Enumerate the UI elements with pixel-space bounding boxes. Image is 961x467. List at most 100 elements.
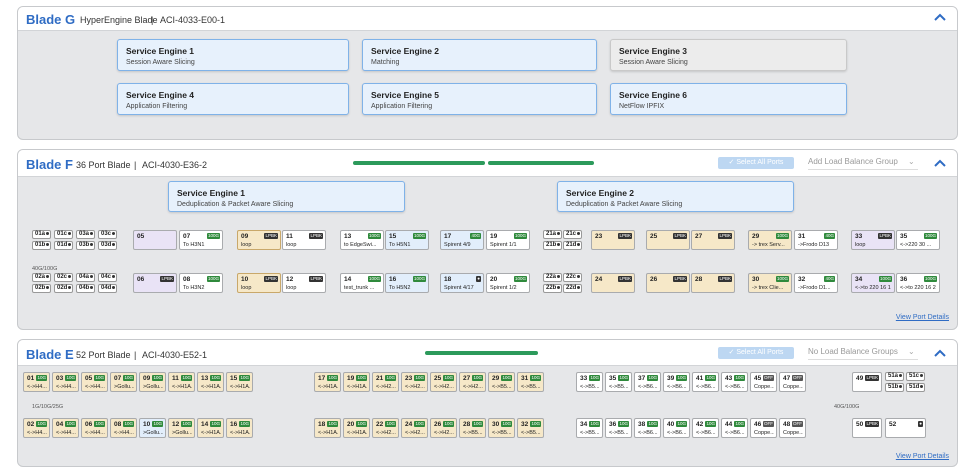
subport-03c[interactable]: 03c — [98, 230, 117, 239]
collapse-chevron-icon[interactable] — [933, 158, 949, 172]
service-engine-3[interactable]: Service Engine 3 Session Aware Slicing — [610, 39, 847, 71]
port-49[interactable]: 49 LPBK — [852, 372, 882, 392]
port-25[interactable]: 25 10G <->H2... — [430, 372, 457, 392]
view-port-details-link[interactable]: View Port Details — [896, 314, 949, 321]
port-47[interactable]: 47 OFF Coppe... — [779, 372, 806, 392]
port-36[interactable]: 36 10G <->B5... — [605, 418, 632, 438]
subport-01c[interactable]: 01c — [54, 230, 73, 239]
port-05[interactable]: 05 — [133, 230, 177, 250]
subport-21b[interactable]: 21b — [543, 241, 562, 250]
service-engine-4[interactable]: Service Engine 4 Application Filtering — [117, 83, 349, 115]
subport-22c[interactable]: 22c — [563, 273, 582, 282]
port-18[interactable]: 18 ● Spirent 4/17 — [440, 273, 484, 293]
port-10[interactable]: 10 LPBK loop — [237, 273, 281, 293]
subport-02b[interactable]: 02b — [32, 284, 51, 293]
collapse-chevron-icon[interactable] — [933, 348, 949, 362]
port-52[interactable]: 52 ● — [885, 418, 926, 438]
port-17[interactable]: 1710G <->H1A... — [314, 372, 341, 392]
port-43[interactable]: 43 10G <->B6... — [721, 372, 748, 392]
port-35[interactable]: 35 100G <->220 30 ... — [896, 230, 940, 250]
load-balance-dropdown[interactable]: No Load Balance Groups — [808, 347, 918, 360]
port-32[interactable]: 32 10G <->B5... — [517, 418, 544, 438]
port-12[interactable]: 12 10G >Gollu... — [168, 418, 195, 438]
service-engine-1[interactable]: Service Engine 1 Deduplication & Packet A… — [168, 181, 405, 212]
subport-03b[interactable]: 03b — [76, 241, 95, 250]
port-11[interactable]: 1110G <->H1A... — [168, 372, 195, 392]
subport-21a[interactable]: 21a — [543, 230, 562, 239]
port-26[interactable]: 26 10G <->H2... — [430, 418, 457, 438]
subport-22d[interactable]: 22d — [563, 284, 582, 293]
port-24[interactable]: 24 LPBK — [591, 273, 635, 293]
port-16[interactable]: 16 100G To H5N2 — [385, 273, 429, 293]
port-02[interactable]: 02 10G <->H4... — [23, 418, 50, 438]
select-all-ports-button[interactable]: ✓ Select All Ports — [718, 347, 794, 359]
port-22[interactable]: 22 10G <->H2... — [372, 418, 399, 438]
port-16[interactable]: 1610G <->H1A... — [226, 418, 253, 438]
port-31[interactable]: 31 40G ->Frodo D13 — [794, 230, 838, 250]
port-41[interactable]: 41 10G <->B6... — [692, 372, 719, 392]
port-14[interactable]: 14 100G test_trunk ... — [340, 273, 384, 293]
port-01[interactable]: 01 10G <->H4... — [23, 372, 50, 392]
port-42[interactable]: 42 10G <->B6... — [692, 418, 719, 438]
port-04[interactable]: 04 10G <->H4... — [52, 418, 79, 438]
subport-04c[interactable]: 04c — [98, 273, 117, 282]
port-32[interactable]: 32 40G ->Frodo D1... — [794, 273, 838, 293]
view-port-details-link[interactable]: View Port Details — [896, 453, 949, 460]
port-30[interactable]: 30 100G -> trex Clie... — [748, 273, 792, 293]
port-48[interactable]: 48 OFF Coppe... — [779, 418, 806, 438]
port-23[interactable]: 23 LPBK — [591, 230, 635, 250]
port-45[interactable]: 45 OFF Coppe... — [750, 372, 777, 392]
service-engine-1[interactable]: Service Engine 1 Session Aware Slicing — [117, 39, 349, 71]
subport-04a[interactable]: 04a — [76, 273, 95, 282]
subport-51c[interactable]: 51c — [906, 372, 925, 381]
subport-01d[interactable]: 01d — [54, 241, 73, 250]
port-05[interactable]: 05 10G <->H4... — [81, 372, 108, 392]
subport-02a[interactable]: 02a — [32, 273, 51, 282]
port-14[interactable]: 1410G <->H1A... — [197, 418, 224, 438]
port-25[interactable]: 25 LPBK — [646, 230, 690, 250]
service-engine-6[interactable]: Service Engine 6 NetFlow IPFIX — [610, 83, 847, 115]
port-40[interactable]: 40 10G <->B6... — [663, 418, 690, 438]
port-07[interactable]: 07 100G To H3N1 — [179, 230, 223, 250]
port-13[interactable]: 13 100G to EdgeSwi... — [340, 230, 384, 250]
port-23[interactable]: 23 10G <->H2... — [401, 372, 428, 392]
port-46[interactable]: 46 OFF Coppe... — [750, 418, 777, 438]
port-34[interactable]: 34 10G <->B5... — [576, 418, 603, 438]
port-15[interactable]: 1510G <->H1A... — [226, 372, 253, 392]
port-50[interactable]: 50 LPBK — [852, 418, 882, 438]
subport-21d[interactable]: 21d — [563, 241, 582, 250]
collapse-chevron-icon[interactable] — [933, 12, 949, 26]
port-21[interactable]: 21 10G <->H2... — [372, 372, 399, 392]
subport-04b[interactable]: 04b — [76, 284, 95, 293]
port-09[interactable]: 09 LPBK loop — [237, 230, 281, 250]
service-engine-2[interactable]: Service Engine 2 Matching — [362, 39, 597, 71]
port-28[interactable]: 28 LPBK — [691, 273, 735, 293]
subport-01b[interactable]: 01b — [32, 241, 51, 250]
service-engine-2[interactable]: Service Engine 2 Deduplication & Packet A… — [557, 181, 794, 212]
port-27[interactable]: 27 LPBK — [691, 230, 735, 250]
subport-01a[interactable]: 01a — [32, 230, 51, 239]
port-20[interactable]: 20 100G Spirent 1/2 — [486, 273, 530, 293]
port-03[interactable]: 03 10G <->H4... — [52, 372, 79, 392]
load-balance-dropdown[interactable]: Add Load Balance Group — [808, 157, 918, 170]
port-37[interactable]: 37 10G <->B6... — [634, 372, 661, 392]
subport-02c[interactable]: 02c — [54, 273, 73, 282]
subport-51d[interactable]: 51d — [906, 383, 925, 392]
subport-03d[interactable]: 03d — [98, 241, 117, 250]
port-17[interactable]: 17 40G Spirent 4/9 — [440, 230, 484, 250]
port-27[interactable]: 27 10G <->H2... — [459, 372, 486, 392]
subport-22b[interactable]: 22b — [543, 284, 562, 293]
subport-02d[interactable]: 02d — [54, 284, 73, 293]
port-09[interactable]: 09 10G >Gollu... — [139, 372, 166, 392]
subport-21c[interactable]: 21c — [563, 230, 582, 239]
port-36[interactable]: 36 100G <->to 220 16 2 — [896, 273, 940, 293]
port-10[interactable]: 10 10G >Gollu... — [139, 418, 166, 438]
port-34[interactable]: 34 100G <->to 220 16 1 — [851, 273, 895, 293]
port-11[interactable]: 11 LPBK loop — [282, 230, 326, 250]
port-07[interactable]: 07 10G >Gollu... — [110, 372, 137, 392]
port-08[interactable]: 08 10G <->H4... — [110, 418, 137, 438]
port-24[interactable]: 24 10G <->H2... — [401, 418, 428, 438]
port-39[interactable]: 39 10G <->B6... — [663, 372, 690, 392]
port-06[interactable]: 06 10G <->H4... — [81, 418, 108, 438]
port-12[interactable]: 12 LPBK loop — [282, 273, 326, 293]
